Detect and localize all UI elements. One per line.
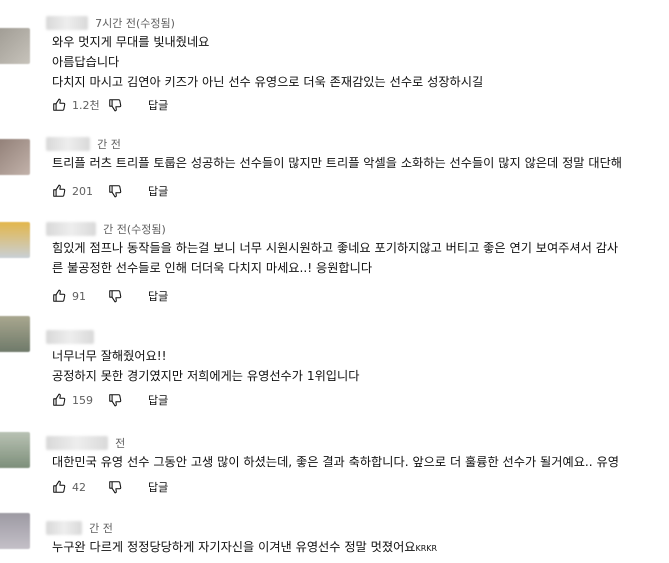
thumbs-up-icon[interactable]	[52, 184, 66, 198]
author-name[interactable]	[46, 15, 88, 30]
like-count: 201	[72, 184, 93, 198]
thumbs-down-icon[interactable]	[108, 289, 122, 303]
comment-line-text: 누구완 다르게 정정당당하게 자기자신을 이겨낸 유영선수 정말 멋졌어요	[52, 540, 416, 554]
thumbs-down-icon[interactable]	[108, 393, 122, 407]
comment-actions: 201 답글	[52, 182, 168, 200]
reply-button[interactable]: 답글	[148, 183, 168, 199]
comment-time[interactable]: 간 전	[97, 138, 121, 151]
comment-text: 대한민국 유영 선수 그동안 고생 많이 하셨는데, 좋은 결과 축하합니다. …	[52, 452, 669, 472]
author-name[interactable]	[46, 136, 90, 151]
comment-time[interactable]: 전	[115, 437, 125, 450]
comment-item: 간 전 누구완 다르게 정정당당하게 자기자신을 이겨낸 유영선수 정말 멋졌어…	[0, 513, 669, 563]
comment-time[interactable]: 간 전	[89, 522, 113, 535]
author-name[interactable]	[46, 520, 82, 535]
like-count: 159	[72, 393, 93, 407]
comment-text: 와우 멋지게 무대를 빛내줬네요 아름답습니다 다치지 마시고 김연아 키즈가 …	[52, 32, 669, 92]
avatar[interactable]	[0, 432, 30, 468]
comment-header: 7시간 전(수정됨)	[46, 12, 175, 30]
comment-text: 트리플 러츠 트리플 토룹은 성공하는 선수들이 많지만 트리플 악셀을 소화하…	[52, 153, 669, 173]
thumbs-up-icon[interactable]	[52, 393, 66, 407]
comment-line: 힘있게 점프나 동작들을 하는걸 보니 너무 시원시원하고 좋네요 포기하지않고…	[52, 241, 619, 255]
comment-item: 전 대한민국 유영 선수 그동안 고생 많이 하셨는데, 좋은 결과 축하합니다…	[0, 432, 669, 498]
comment-header: 간 전	[46, 133, 121, 151]
comment-line: 너무너무 잘해줬어요!!	[52, 349, 167, 363]
like-count: 91	[72, 289, 86, 303]
thumbs-up-icon[interactable]	[52, 98, 66, 112]
reply-button[interactable]: 답글	[148, 479, 168, 495]
thumbs-down-icon[interactable]	[108, 480, 122, 494]
thumbs-down-icon[interactable]	[108, 184, 122, 198]
author-name[interactable]	[46, 221, 96, 236]
comment-header	[46, 326, 96, 344]
comment-line: 다치지 마시고 김연아 키즈가 아닌 선수 유영으로 더욱 존재감있는 선수로 …	[52, 75, 484, 89]
like-count: 42	[72, 480, 86, 494]
avatar[interactable]	[0, 28, 30, 64]
comment-header: 간 전(수정됨)	[46, 218, 166, 236]
comment-actions: 91 답글	[52, 287, 168, 305]
avatar[interactable]	[0, 316, 30, 352]
like-count: 1.2천	[72, 99, 100, 112]
comment-time[interactable]: 간 전(수정됨)	[103, 223, 166, 236]
comment-line: 른 불공정한 선수들로 인해 더더욱 다치지 마세요..! 응원합니다	[52, 261, 373, 275]
reply-button[interactable]: 답글	[148, 288, 168, 304]
avatar[interactable]	[0, 513, 30, 549]
thumbs-up-icon[interactable]	[52, 480, 66, 494]
author-name[interactable]	[46, 435, 108, 450]
comment-suffix: KRKR	[415, 544, 438, 553]
comment-line: 대한민국 유영 선수 그동안 고생 많이 하셨는데, 좋은 결과 축하합니다. …	[52, 455, 619, 469]
comment-item: 7시간 전(수정됨) 와우 멋지게 무대를 빛내줬네요 아름답습니다 다치지 마…	[0, 15, 669, 116]
comment-actions: 42 답글	[52, 478, 168, 496]
comment-header: 전	[46, 432, 125, 450]
comment-header: 간 전	[46, 517, 113, 535]
comment-actions: 1.2천 답글	[52, 96, 168, 114]
thumbs-down-icon[interactable]	[108, 98, 122, 112]
comment-text: 너무너무 잘해줬어요!! 공정하지 못한 경기였지만 저희에게는 유영선수가 1…	[52, 346, 669, 386]
author-name[interactable]	[46, 329, 94, 344]
comment-item: 너무너무 잘해줬어요!! 공정하지 못한 경기였지만 저희에게는 유영선수가 1…	[0, 316, 669, 412]
comment-item: 간 전(수정됨) 힘있게 점프나 동작들을 하는걸 보니 너무 시원시원하고 좋…	[0, 221, 669, 305]
comment-line: 누구완 다르게 정정당당하게 자기자신을 이겨낸 유영선수 정말 멋졌어요KRK…	[52, 537, 669, 557]
comment-line: 와우 멋지게 무대를 빛내줬네요	[52, 35, 210, 49]
comment-item: 간 전 트리플 러츠 트리플 토룹은 성공하는 선수들이 많지만 트리플 악셀을…	[0, 136, 669, 200]
reply-button[interactable]: 답글	[148, 97, 168, 113]
reply-button[interactable]: 답글	[148, 392, 168, 408]
avatar[interactable]	[0, 222, 30, 258]
comment-line: 트리플 러츠 트리플 토룹은 성공하는 선수들이 많지만 트리플 악셀을 소화하…	[52, 156, 623, 170]
comment-line: 아름답습니다	[52, 55, 120, 69]
comment-time[interactable]: 7시간 전(수정됨)	[95, 17, 175, 30]
comment-line: 공정하지 못한 경기였지만 저희에게는 유영선수가 1위입니다	[52, 369, 360, 383]
comment-text: 힘있게 점프나 동작들을 하는걸 보니 너무 시원시원하고 좋네요 포기하지않고…	[52, 238, 669, 278]
thumbs-up-icon[interactable]	[52, 289, 66, 303]
comment-actions: 159 답글	[52, 391, 168, 409]
comment-text: 누구완 다르게 정정당당하게 자기자신을 이겨낸 유영선수 정말 멋졌어요KRK…	[52, 537, 669, 557]
avatar[interactable]	[0, 139, 30, 175]
